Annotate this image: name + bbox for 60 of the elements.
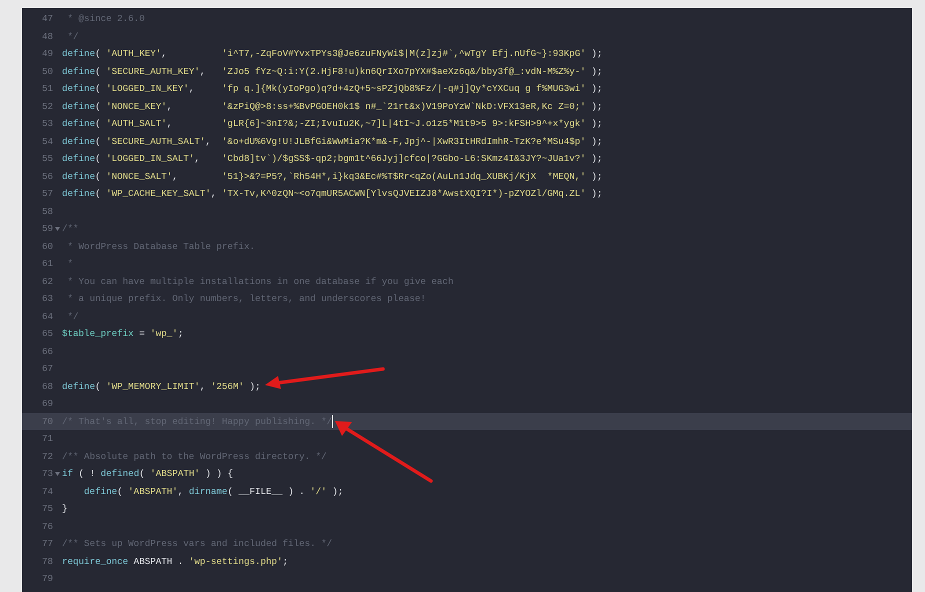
code-line: define( 'LOGGED_IN_SALT', 'Cbd8]tv`)/$gSS$-qp2;bgm1t^66Jyj]cfco|?GGbo-L6:SKmz4I&3JY?~JUa1v?' );	[62, 153, 602, 164]
code-line: define( 'WP_CACHE_KEY_SALT', 'TX-Tv,K^0zQN~<o7qmUR5ACWN[YlvsQJVEIZJ8*AwstXQI?I*)-pZYOZl/GMq.ZL' );	[62, 188, 602, 200]
line-number: 57	[40, 188, 53, 200]
line-number: 52	[40, 100, 53, 112]
fold-caret-icon[interactable]	[55, 226, 60, 231]
line-number: 68	[40, 380, 53, 392]
line-number: 78	[40, 556, 53, 567]
line-number: 64	[40, 310, 53, 322]
line-number: 55	[40, 153, 53, 164]
line-number: 56	[40, 170, 53, 182]
line-number: 47	[40, 13, 53, 24]
code-comment: */	[66, 30, 79, 42]
line-number: 54	[40, 136, 53, 147]
line-number: 74	[40, 486, 53, 497]
fold-caret-icon[interactable]	[55, 472, 60, 476]
line-number: 72	[40, 450, 53, 462]
line-number: 76	[40, 520, 53, 532]
line-number: 62	[40, 276, 53, 287]
code-line: if ( ! defined( 'ABSPATH' ) ) {	[62, 468, 233, 480]
line-number: 77	[40, 538, 53, 550]
line-number: 59	[40, 223, 53, 234]
line-number: 75	[40, 503, 53, 514]
code-line: define( 'NONCE_SALT', '51}>&?=P5?,`Rh54H*,i}kq3&Ec#%T$Rr<qZo(AuLn1Jdq_XUBKj/KjX *MEQN,' );	[62, 170, 602, 182]
line-number: 67	[40, 363, 53, 374]
line-number: 53	[40, 118, 53, 130]
line-number: 66	[40, 346, 53, 357]
line-number: 60	[40, 240, 53, 252]
code-line: define( 'AUTH_SALT', 'gLR{6]~3nI?&;-ZI;IvuIu2K,~7]L|4tI~J.o1z5*M1t9>5 9>:kFSH>9^+x*ygk' );	[62, 118, 602, 130]
code-comment: * WordPress Database Table prefix.	[66, 240, 255, 252]
line-number: 50	[40, 66, 53, 77]
line-number: 79	[40, 573, 53, 584]
code-comment: */	[66, 310, 79, 322]
code-comment: *	[66, 258, 74, 270]
text-cursor	[332, 414, 334, 428]
code-line: define( 'SECURE_AUTH_SALT', '&o+dU%6Vg!U!JLBfGi&WwMia?K*m&-F,Jpj^-|XwR3ItHRdImhR-TzK?e*MSu4$p' );	[62, 136, 602, 147]
line-number: 65	[40, 328, 53, 340]
line-number: 58	[40, 206, 53, 217]
code-line: define( 'WP_MEMORY_LIMIT', '256M' );	[62, 380, 261, 392]
line-number: 63	[40, 293, 53, 304]
code-line: define( 'LOGGED_IN_KEY', 'fp q.]{Mk(yIoPgo)q?d+4zQ+5~sPZjQb8%Fz/|-q#j]Qy*cYXCuq g f%MUG3wi' );	[62, 83, 602, 94]
line-number: 49	[40, 48, 53, 60]
code-line: require_once ABSPATH . 'wp-settings.php';	[62, 556, 288, 567]
code-comment: /** Absolute path to the WordPress directory. */	[62, 450, 327, 462]
code-comment: * @since 2.6.0	[66, 13, 145, 24]
code-comment: /** Sets up WordPress vars and included files. */	[62, 538, 332, 550]
code-line: define( 'SECURE_AUTH_KEY', 'ZJo5 fYz~Q:i:Y(2.HjF8!u)kn6QrIXo7pYX#$aeXz6q&/bby3f@_:vdN-M%Z%y-' );	[62, 66, 602, 77]
line-number: 51	[40, 83, 53, 94]
code-comment: * a unique prefix. Only numbers, letters, and underscores please!	[66, 293, 426, 304]
line-number: 48	[40, 30, 53, 42]
code-line: $table_prefix = 'wp_';	[62, 328, 184, 340]
code-comment: /**	[62, 223, 79, 234]
code-line: }	[62, 503, 68, 514]
code-line: define( 'ABSPATH', dirname( __FILE__ ) . '/' );	[84, 486, 344, 497]
line-number: 73	[40, 468, 53, 480]
line-number: 69	[40, 398, 53, 410]
code-line: define( 'AUTH_KEY', 'i^T7,-ZqFoV#YvxTPYs3@Je6zuFNyWi$|M(z]zj#`,^wTgY Efj.nUfG~}:93KpG' );	[62, 48, 602, 60]
code-comment: * You can have multiple installations in one database if you give each	[66, 276, 454, 287]
line-number: 71	[40, 433, 53, 444]
code-line: define( 'NONCE_KEY', '&zPiQ@>8:ss+%BvPGOEH0k1$ n#_`21rt&x)V19PoYzW`NkD:VFX13eR,Kc Z=0;' );	[62, 100, 602, 112]
line-number: 61	[40, 258, 53, 270]
